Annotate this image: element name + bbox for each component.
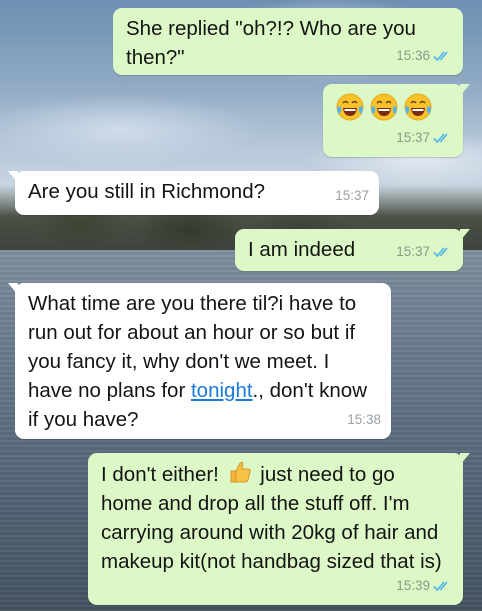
message-list: She replied "oh?!? Who are you then?" 15… xyxy=(0,0,482,611)
face-with-tears-of-joy-icon xyxy=(336,93,364,121)
message-meta: 15:36 xyxy=(396,41,453,70)
message-time: 15:37 xyxy=(335,188,369,203)
incoming-message[interactable]: Are you still in Richmond? 15:37 xyxy=(8,171,379,215)
message-text: Are you still in Richmond? xyxy=(28,180,265,203)
outgoing-message[interactable]: I am indeed 15:37 xyxy=(235,229,470,271)
message-text-part: I don't either! xyxy=(101,463,225,486)
message-meta: 15:39 xyxy=(396,571,453,600)
message-time: 15:38 xyxy=(347,412,381,427)
message-text: I don't either! just need to go home and… xyxy=(101,461,444,573)
message-time: 15:37 xyxy=(396,244,430,259)
read-ticks-icon xyxy=(433,246,448,257)
message-meta: 15:37 xyxy=(396,237,453,266)
face-with-tears-of-joy-icon xyxy=(370,93,398,121)
face-with-tears-of-joy-icon xyxy=(404,93,432,121)
date-link[interactable]: tonight xyxy=(191,379,253,402)
read-ticks-icon xyxy=(433,580,448,591)
message-meta: 15:38 xyxy=(347,405,381,434)
read-ticks-icon xyxy=(433,50,448,61)
message-text: What time are you there til?i have to ru… xyxy=(28,292,373,431)
read-ticks-icon xyxy=(433,132,448,143)
thumbs-up-icon xyxy=(230,461,251,483)
outgoing-message[interactable]: 15:37 xyxy=(323,84,470,157)
message-time: 15:39 xyxy=(396,578,430,593)
outgoing-message[interactable]: I don't either! just need to go home and… xyxy=(88,453,470,605)
incoming-message[interactable]: What time are you there til?i have to ru… xyxy=(8,283,391,439)
message-text: I am indeed xyxy=(248,238,356,261)
message-text: She replied "oh?!? Who are you then?" xyxy=(126,17,422,69)
message-time: 15:36 xyxy=(396,48,430,63)
message-meta: 15:37 xyxy=(335,181,369,210)
outgoing-message[interactable]: She replied "oh?!? Who are you then?" 15… xyxy=(113,8,463,75)
message-time: 15:37 xyxy=(396,130,430,145)
emoji-row xyxy=(335,92,451,122)
message-meta: 15:37 xyxy=(396,123,453,152)
